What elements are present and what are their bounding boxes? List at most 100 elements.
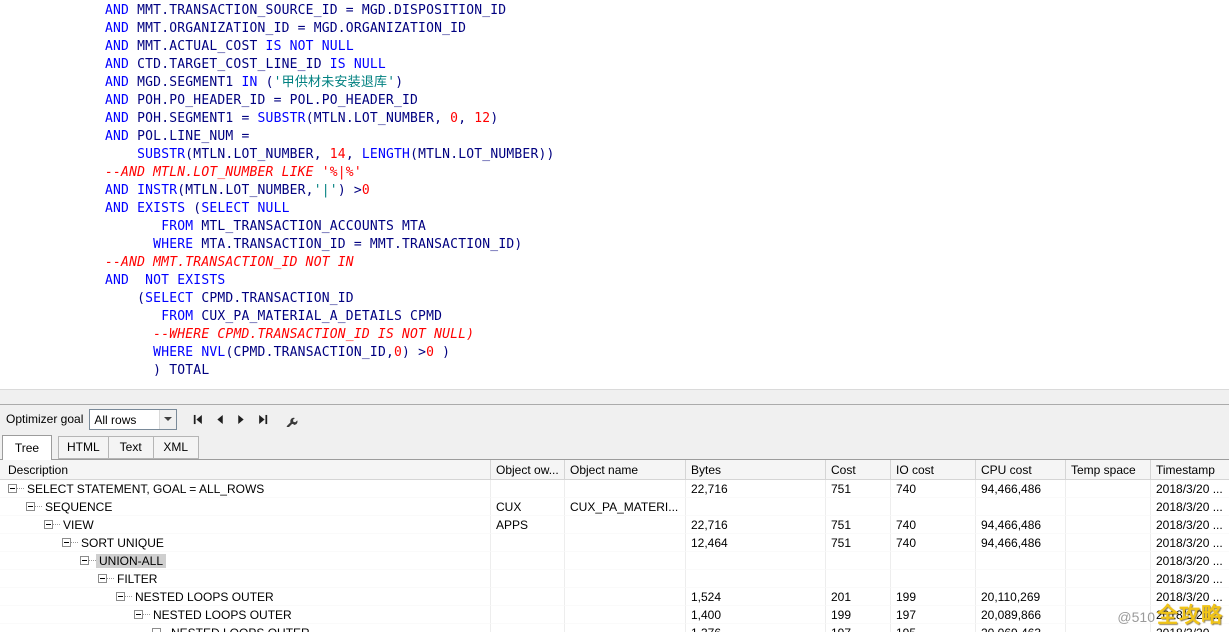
go-first-button[interactable]: [189, 411, 206, 428]
code-line: WHERE MTA.TRANSACTION_ID = MMT.TRANSACTI…: [105, 236, 1221, 254]
tree-collapse-toggle[interactable]: [98, 574, 107, 583]
column-header-timestamp[interactable]: Timestamp: [1151, 460, 1229, 479]
plan-node-label[interactable]: NESTED LOOPS OUTER: [150, 608, 295, 622]
plan-row[interactable]: VIEWAPPS22,71675174094,466,4862018/3/20 …: [0, 516, 1229, 534]
cell-cpu-cost: 20,089,866: [976, 606, 1066, 624]
go-prev-button[interactable]: [211, 411, 228, 428]
panel-splitter[interactable]: [0, 389, 1229, 404]
cell-io-cost: [891, 552, 976, 570]
plan-row[interactable]: SEQUENCECUXCUX_PA_MATERI...2018/3/20 ...: [0, 498, 1229, 516]
cell-object-owner: [491, 624, 565, 632]
plan-row[interactable]: NESTED LOOPS OUTER1,40019919720,089,8662…: [0, 606, 1229, 624]
plan-node: UNION-ALL: [0, 552, 491, 570]
code-token: WHERE: [153, 345, 201, 360]
code-token: (MTLN.LOT_NUMBER)): [410, 147, 554, 162]
tree-collapse-toggle[interactable]: [134, 610, 143, 619]
plan-node-label[interactable]: UNION-ALL: [96, 554, 166, 568]
column-header-cost[interactable]: Cost: [826, 460, 891, 479]
code-token: CPMD.TRANSACTION_ID: [201, 291, 354, 306]
cell-cost: 199: [826, 606, 891, 624]
plan-row[interactable]: SORT UNIQUE12,46475174094,466,4862018/3/…: [0, 534, 1229, 552]
code-token: WHERE: [153, 237, 201, 252]
tab-text[interactable]: Text: [109, 436, 154, 459]
cell-cost: [826, 570, 891, 588]
code-line: --WHERE CPMD.TRANSACTION_ID IS NOT NULL): [105, 326, 1221, 344]
tab-xml[interactable]: XML: [154, 436, 199, 459]
minus-icon: [46, 524, 51, 525]
cell-object-name: [565, 516, 686, 534]
plan-node-label[interactable]: VIEW: [60, 518, 97, 532]
code-token: MTL_TRANSACTION_ACCOUNTS MTA: [201, 219, 426, 234]
tab-tree[interactable]: Tree: [2, 435, 52, 460]
cell-temp-space: [1066, 498, 1151, 516]
cell-cost: 201: [826, 588, 891, 606]
plan-row[interactable]: UNION-ALL2018/3/20 ...: [0, 552, 1229, 570]
code-token: --AND MTLN.LOT_NUMBER LIKE '%|%': [105, 165, 362, 180]
plan-row[interactable]: NESTED LOOPS OUTER1,52420119920,110,2692…: [0, 588, 1229, 606]
optimizer-goal-select[interactable]: All rows: [89, 409, 177, 430]
tree-connector-line: [17, 488, 24, 489]
tree-collapse-toggle[interactable]: [80, 556, 89, 565]
code-token: FROM: [161, 309, 201, 324]
plan-view-tabs: Tree HTML Text XML: [0, 433, 1229, 459]
plan-row[interactable]: SELECT STATEMENT, GOAL = ALL_ROWS22,7167…: [0, 480, 1229, 498]
tree-collapse-toggle[interactable]: [44, 520, 53, 529]
code-token: ,: [346, 147, 362, 162]
cell-io-cost: [891, 498, 976, 516]
code-token: ) TOTAL: [105, 363, 209, 378]
go-next-button[interactable]: [233, 411, 250, 428]
sql-editor[interactable]: AND MMT.TRANSACTION_SOURCE_ID = MGD.DISP…: [0, 0, 1229, 389]
code-token: LENGTH: [362, 147, 410, 162]
plan-row[interactable]: NESTED LOOPS OUTER1,37619719520,069,4632…: [0, 624, 1229, 632]
code-token: SUBSTR: [258, 111, 306, 126]
code-token: AND: [105, 111, 137, 126]
plan-rows: SELECT STATEMENT, GOAL = ALL_ROWS22,7167…: [0, 480, 1229, 632]
code-token: ): [395, 75, 403, 90]
column-header-description[interactable]: Description: [0, 460, 491, 479]
preferences-button[interactable]: [282, 411, 299, 428]
plan-node-label[interactable]: SORT UNIQUE: [78, 536, 167, 550]
plan-row[interactable]: FILTER2018/3/20 ...: [0, 570, 1229, 588]
cell-timestamp: 2018/3/20 ...: [1151, 498, 1229, 516]
cell-io-cost: 740: [891, 534, 976, 552]
tree-collapse-toggle[interactable]: [152, 628, 161, 632]
tree-collapse-toggle[interactable]: [8, 484, 17, 493]
column-header-bytes[interactable]: Bytes: [686, 460, 826, 479]
cell-object-owner: APPS: [491, 516, 565, 534]
column-header-temp-space[interactable]: Temp space: [1066, 460, 1151, 479]
column-header-io-cost[interactable]: IO cost: [891, 460, 976, 479]
tab-html[interactable]: HTML: [58, 436, 109, 459]
cell-cpu-cost: [976, 498, 1066, 516]
column-header-cpu-cost[interactable]: CPU cost: [976, 460, 1066, 479]
cell-io-cost: [891, 570, 976, 588]
tree-collapse-toggle[interactable]: [62, 538, 71, 547]
code-token: CTD.TARGET_COST_LINE_ID: [137, 57, 330, 72]
plan-toolbar: Optimizer goal All rows: [0, 404, 1229, 433]
plan-node-label[interactable]: SEQUENCE: [42, 500, 115, 514]
cell-io-cost: 740: [891, 480, 976, 498]
code-token: AND: [105, 57, 137, 72]
column-header-object-owner[interactable]: Object ow...: [491, 460, 565, 479]
plan-node-label[interactable]: NESTED LOOPS OUTER: [168, 626, 313, 632]
cell-temp-space: [1066, 480, 1151, 498]
code-token: '|': [314, 183, 338, 198]
tree-connector-line: [125, 596, 132, 597]
cell-object-name: [565, 480, 686, 498]
cell-bytes: [686, 570, 826, 588]
plan-node-label[interactable]: SELECT STATEMENT, GOAL = ALL_ROWS: [24, 482, 267, 496]
tree-collapse-toggle[interactable]: [116, 592, 125, 601]
minus-icon: [82, 560, 87, 561]
cell-cpu-cost: 94,466,486: [976, 534, 1066, 552]
column-header-object-name[interactable]: Object name: [565, 460, 686, 479]
code-token: ): [490, 111, 498, 126]
code-token: 0: [426, 345, 434, 360]
tree-collapse-toggle[interactable]: [26, 502, 35, 511]
grid-header-row: Description Object ow... Object name Byt…: [0, 460, 1229, 480]
plan-node-label[interactable]: NESTED LOOPS OUTER: [132, 590, 277, 604]
code-token: FROM: [161, 219, 201, 234]
optimizer-goal-label: Optimizer goal: [6, 412, 83, 426]
explain-plan-panel: Optimizer goal All rows: [0, 404, 1229, 632]
plan-node-label[interactable]: FILTER: [114, 572, 160, 586]
code-token: POH.PO_HEADER_ID = POL.PO_HEADER_ID: [137, 93, 418, 108]
go-last-button[interactable]: [255, 411, 272, 428]
